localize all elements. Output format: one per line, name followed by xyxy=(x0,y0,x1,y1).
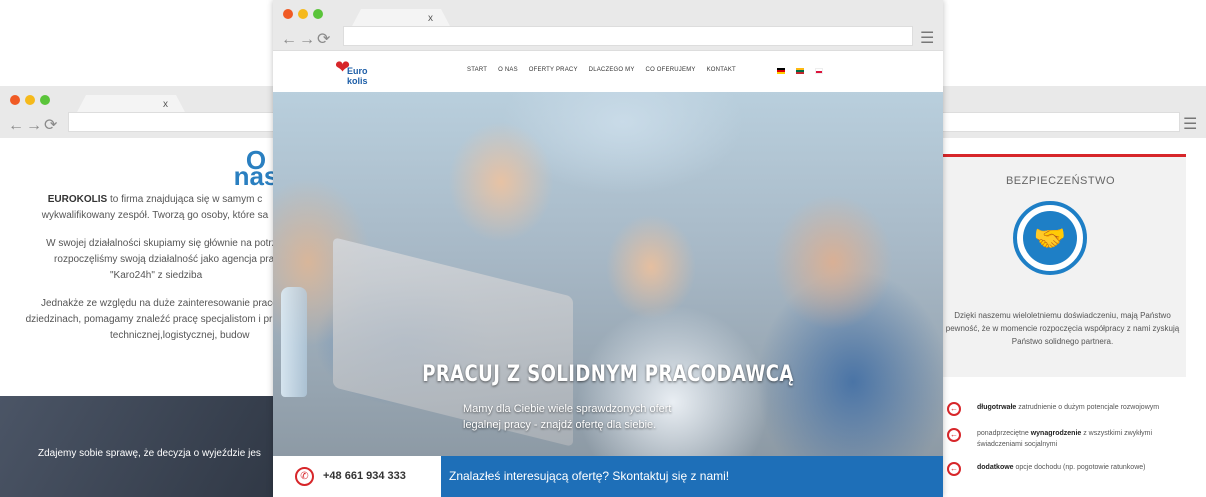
hero-photo-bottle xyxy=(281,287,307,397)
about-text: Jednakże ze względu na duże zainteresowa… xyxy=(40,298,286,309)
showcase-stage: x ←→⟳ O nas EUROKOLIS to firma znajdując… xyxy=(0,0,1206,497)
language-switcher xyxy=(777,68,823,74)
about-text: "Karo24h" z siedziba xyxy=(110,270,203,281)
logo-text: Euro xyxy=(347,66,368,76)
phone-number[interactable]: +48 661 934 333 xyxy=(323,470,406,482)
hero-subtitle-line: legalnej pracy - znajdź ofertę dla siebi… xyxy=(463,419,657,431)
nav-item-start[interactable]: START xyxy=(467,67,487,73)
de-flag-icon[interactable] xyxy=(777,68,785,74)
phone-icon: ✆ xyxy=(295,467,314,486)
hero-title: PRACUJ Z SOLIDNYM PRACODAWCĄ xyxy=(422,362,794,387)
nav-item-contact[interactable]: KONTAKT xyxy=(707,67,736,73)
minimize-dot-icon[interactable] xyxy=(298,9,308,19)
browser-chrome: x ←→⟳ xyxy=(0,86,290,138)
pl-flag-icon[interactable] xyxy=(815,68,823,74)
about-paragraph-1: EUROKOLIS to firma znajdująca się w samy… xyxy=(10,192,290,208)
benefit-bold: dodatkowe xyxy=(977,464,1014,471)
nav-arrows-icon[interactable]: ←→⟳ xyxy=(8,115,59,135)
nav-item-why-us[interactable]: DLACZEGO MY xyxy=(589,67,635,73)
hero-subtitle: Mamy dla Ciebie wiele sprawdzonych ofert… xyxy=(463,401,703,433)
nav-arrows-icon[interactable]: ←→⟳ xyxy=(281,29,332,49)
company-name: EUROKOLIS xyxy=(47,194,108,205)
list-item: ← dodatkowe opcje dochodu (np. pogotowie… xyxy=(947,462,1186,476)
about-text: rozpoczęliśmy swoją działalność jako age… xyxy=(54,254,290,265)
browser-chrome: ☰ xyxy=(935,86,1206,138)
browser-window-benefits: ☰ BEZPIECZEŃSTWO 🤝 Dzięki naszemu wielol… xyxy=(935,86,1206,497)
menu-hamburger-icon[interactable]: ☰ xyxy=(920,28,934,48)
dark-banner: Zdajemy sobie sprawę, że decyzja o wyjeź… xyxy=(0,396,290,497)
close-dot-icon[interactable] xyxy=(10,95,20,105)
maximize-dot-icon[interactable] xyxy=(40,95,50,105)
site-header: ❤ Euro kolis START O NAS OFERTY PRACY DL… xyxy=(273,50,943,92)
tab-close-icon[interactable]: x xyxy=(163,99,168,110)
address-bar[interactable] xyxy=(343,26,913,46)
benefit-text: ponadprzeciętne xyxy=(977,430,1031,437)
about-text: to firma znajdująca się w samym c xyxy=(107,194,263,205)
site-logo[interactable]: ❤ Euro kolis xyxy=(333,56,373,90)
logo-text: kolis xyxy=(347,76,368,86)
benefits-list: ← długotrwałe zatrudnienie o dużym poten… xyxy=(947,402,1186,488)
benefit-bold: wynagrodzenie xyxy=(1030,430,1082,437)
main-nav: START O NAS OFERTY PRACY DLACZEGO MY CO … xyxy=(467,67,736,73)
browser-chrome: x ←→⟳ ☰ xyxy=(273,0,943,52)
minimize-dot-icon[interactable] xyxy=(25,95,35,105)
arrow-left-icon: ← xyxy=(947,402,961,416)
card-heading: BEZPIECZEŃSTWO xyxy=(1005,175,1116,187)
about-text: W swojej działalności skupiamy się główn… xyxy=(46,238,288,249)
banner-text: Zdajemy sobie sprawę, że decyzja o wyjeź… xyxy=(38,448,261,459)
address-bar[interactable] xyxy=(935,112,1180,132)
hero-banner: PRACUJ Z SOLIDNYM PRACODAWCĄ Mamy dla Ci… xyxy=(273,92,943,456)
address-bar[interactable] xyxy=(68,112,290,132)
browser-window-about: x ←→⟳ O nas EUROKOLIS to firma znajdując… xyxy=(0,86,290,497)
tab-close-icon[interactable]: x xyxy=(428,13,433,24)
safety-card: BEZPIECZEŃSTWO 🤝 Dzięki naszemu wielolet… xyxy=(935,157,1186,377)
nav-item-offers[interactable]: OFERTY PRACY xyxy=(529,67,578,73)
window-controls xyxy=(10,95,50,105)
hero-subtitle-line: Mamy dla Ciebie wiele sprawdzonych ofert xyxy=(463,403,672,415)
menu-hamburger-icon[interactable]: ☰ xyxy=(1183,114,1197,134)
about-text: technicznej,logistycznej, budow xyxy=(110,330,250,341)
about-content: O nas EUROKOLIS to firma znajdująca się … xyxy=(0,138,290,497)
maximize-dot-icon[interactable] xyxy=(313,9,323,19)
benefit-bold: długotrwałe xyxy=(977,404,1017,411)
list-item: ← długotrwałe zatrudnienie o dużym poten… xyxy=(947,402,1186,416)
close-dot-icon[interactable] xyxy=(283,9,293,19)
about-text: wykwalifikowany zespół. Tworzą go osoby,… xyxy=(41,210,269,221)
about-text: dziedzinach, pomagamy znaleźć pracę spec… xyxy=(25,314,273,325)
browser-window-home: x ←→⟳ ☰ ❤ Euro kolis START O NAS OFERTY … xyxy=(273,0,943,497)
arrow-left-icon: ← xyxy=(947,462,961,476)
benefit-text: opcje dochodu (np. pogotowie ratunkowe) xyxy=(1013,464,1146,471)
nav-item-what-we-offer[interactable]: CO OFERUJEMY xyxy=(646,67,696,73)
arrow-left-icon: ← xyxy=(947,428,961,442)
contact-bar: ✆ +48 661 934 333 Znalazłeś interesującą… xyxy=(273,456,943,497)
list-item: ← ponadprzeciętne wynagrodzenie z wszyst… xyxy=(947,428,1186,450)
card-description: Dzięki naszemu wieloletniemu doświadczen… xyxy=(945,311,1180,346)
contact-cta[interactable]: Znalazłeś interesującą ofertę? Skontaktu… xyxy=(441,456,943,497)
window-controls xyxy=(283,9,323,19)
lt-flag-icon[interactable] xyxy=(796,68,804,74)
nav-item-about[interactable]: O NAS xyxy=(498,67,518,73)
benefit-text: zatrudnienie o dużym potencjale rozwojow… xyxy=(1016,404,1160,411)
handshake-icon: 🤝 xyxy=(1013,201,1087,275)
